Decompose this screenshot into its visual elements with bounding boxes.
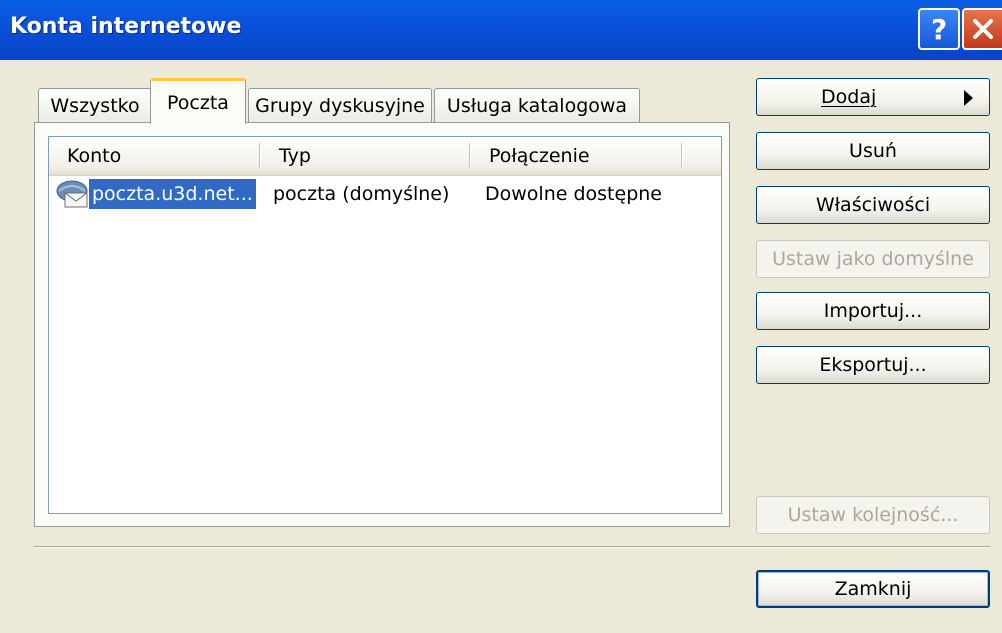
tab-label: Grupy dyskusyjne: [255, 94, 425, 117]
column-header-polaczenie[interactable]: Połączenie: [471, 137, 681, 175]
remove-button[interactable]: Usuń: [756, 132, 990, 170]
account-connection: Dowolne dostępne: [485, 183, 662, 205]
title-bar[interactable]: Konta internetowe ?: [0, 0, 1002, 60]
window-title: Konta internetowe: [10, 14, 242, 39]
close-dialog-button[interactable]: Zamknij: [756, 570, 990, 608]
account-cell: poczta.u3d.net...: [55, 177, 256, 211]
dialog-window: Konta internetowe ? Wszystko Poczta Grup…: [0, 0, 1002, 633]
list-header: Konto Typ Połączenie: [49, 137, 721, 176]
tab-label: Poczta: [167, 91, 229, 114]
column-header-konto[interactable]: Konto: [49, 137, 259, 175]
svg-text:?: ?: [931, 15, 947, 43]
set-order-button[interactable]: Ustaw kolejność...: [756, 496, 990, 534]
list-item[interactable]: poczta.u3d.net... poczta (domyślne) Dowo…: [49, 177, 721, 211]
set-default-button-label: Ustaw jako domyślne: [772, 248, 974, 270]
separator-line: [34, 546, 990, 547]
set-default-button[interactable]: Ustaw jako domyślne: [756, 240, 990, 278]
tab-label: Usługa katalogowa: [446, 94, 628, 117]
close-icon: [972, 18, 994, 40]
tab-usluga-katalogowa[interactable]: Usługa katalogowa: [434, 88, 640, 122]
help-button[interactable]: ?: [918, 8, 960, 50]
column-label: Połączenie: [489, 145, 590, 167]
tab-poczta[interactable]: Poczta: [150, 78, 246, 124]
add-button-label: Dodaj: [821, 86, 877, 108]
import-button-label: Importuj...: [823, 300, 923, 322]
set-order-button-label: Ustaw kolejność...: [787, 504, 959, 526]
column-header-typ[interactable]: Typ: [261, 137, 469, 175]
account-type: poczta (domyślne): [273, 183, 450, 205]
accounts-list[interactable]: Konto Typ Połączenie poczta.u3d.net... p…: [48, 136, 722, 514]
help-icon: ?: [929, 15, 949, 43]
export-button-label: Eksportuj...: [819, 354, 927, 376]
tab-wszystko[interactable]: Wszystko: [38, 88, 152, 122]
column-separator[interactable]: [681, 143, 682, 169]
properties-button[interactable]: Właściwości: [756, 186, 990, 224]
tab-grupy-dyskusyjne[interactable]: Grupy dyskusyjne: [248, 88, 432, 122]
export-button[interactable]: Eksportuj...: [756, 346, 990, 384]
column-label: Konto: [67, 145, 122, 167]
import-button[interactable]: Importuj...: [756, 292, 990, 330]
column-separator[interactable]: [469, 143, 470, 169]
mail-account-icon: [55, 179, 89, 209]
column-label: Typ: [279, 145, 311, 167]
remove-button-label: Usuń: [849, 140, 897, 162]
close-button[interactable]: [962, 8, 1002, 50]
close-dialog-button-label: Zamknij: [834, 578, 912, 600]
properties-button-label: Właściwości: [815, 194, 931, 216]
tab-label: Wszystko: [50, 94, 140, 117]
add-button[interactable]: Dodaj: [756, 78, 990, 116]
account-name: poczta.u3d.net...: [89, 179, 256, 209]
arrow-right-icon: [964, 90, 973, 106]
column-separator[interactable]: [259, 143, 260, 169]
